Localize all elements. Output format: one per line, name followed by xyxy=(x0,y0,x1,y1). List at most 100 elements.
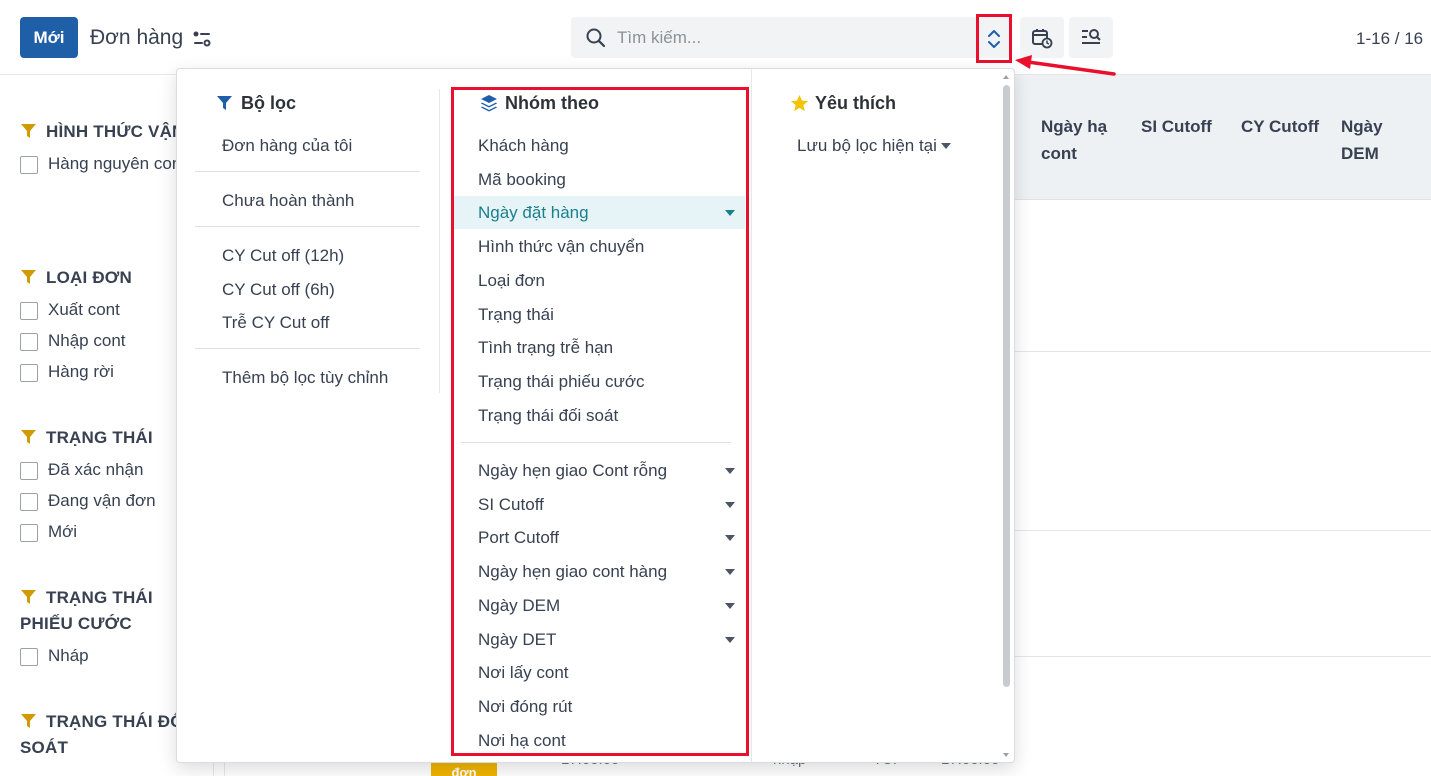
caret-down-icon xyxy=(725,535,735,541)
groupby-item[interactable]: Ngày DEM xyxy=(451,589,745,622)
groupby-item-label: Ngày DEM xyxy=(478,596,561,615)
filters-title: Bộ lọc xyxy=(217,93,296,114)
save-current-filter-label: Lưu bộ lọc hiện tại xyxy=(797,136,937,155)
filter-item[interactable]: Đơn hàng của tôi xyxy=(195,129,420,162)
groupby-item[interactable]: Port Cutoff xyxy=(451,521,745,554)
filter-funnel-icon xyxy=(21,430,36,444)
filters-column: Bộ lọc Đơn hàng của tôi Chưa hoàn thành … xyxy=(195,69,420,762)
sidebar-option-label: Xuất cont xyxy=(48,300,120,319)
search-options-toggle-button[interactable] xyxy=(976,14,1012,63)
new-button[interactable]: Mới xyxy=(20,17,78,58)
groupby-item[interactable]: SI Cutoff xyxy=(451,488,745,521)
checkbox[interactable] xyxy=(20,524,38,542)
checkbox[interactable] xyxy=(20,302,38,320)
search-options-dropdown: Bộ lọc Đơn hàng của tôi Chưa hoàn thành … xyxy=(176,68,1015,763)
groupby-item-order-date[interactable]: Ngày đặt hàng xyxy=(451,196,745,229)
groupby-item[interactable]: Mã booking xyxy=(451,163,745,196)
favorites-title-label: Yêu thích xyxy=(815,93,897,113)
caret-down-icon xyxy=(725,637,735,643)
checkbox[interactable] xyxy=(20,333,38,351)
groupby-item[interactable]: Loại đơn xyxy=(451,264,745,297)
groupby-item-label: Tình trạng trễ hạn xyxy=(478,338,614,357)
column-header[interactable]: Ngày hạ cont xyxy=(1041,113,1136,167)
search-icon xyxy=(585,27,606,48)
filter-item[interactable]: CY Cut off (12h) xyxy=(195,239,420,272)
groupby-item[interactable]: Tình trạng trễ hạn xyxy=(451,331,745,364)
save-current-filter-item[interactable]: Lưu bộ lọc hiện tại xyxy=(775,129,985,162)
scroll-down-arrow-icon[interactable] xyxy=(1003,753,1009,757)
calendar-view-button[interactable] xyxy=(1020,17,1064,58)
groupby-item[interactable]: Trạng thái xyxy=(451,298,745,331)
filter-item[interactable]: CY Cut off (6h) xyxy=(195,273,420,306)
column-header[interactable]: Ngày DEM xyxy=(1341,113,1421,167)
groupby-item[interactable]: Ngày hẹn giao Cont rỗng xyxy=(451,454,745,487)
scroll-up-arrow-icon[interactable] xyxy=(1003,75,1009,79)
groupby-item[interactable]: Trạng thái đối soát xyxy=(451,399,745,432)
separator xyxy=(195,171,420,172)
scrollbar-thumb[interactable] xyxy=(1003,85,1010,687)
column-header[interactable]: SI Cutoff xyxy=(1141,113,1221,140)
caret-down-icon xyxy=(725,502,735,508)
checkbox[interactable] xyxy=(20,364,38,382)
groupby-item[interactable]: Nơi đóng rút xyxy=(451,690,745,723)
pager-value[interactable]: 1-16 / 16 xyxy=(1356,29,1423,49)
filter-funnel-icon xyxy=(21,590,36,604)
groupby-item-label: Ngày DET xyxy=(478,630,557,649)
chevron-up-down-icon xyxy=(988,30,1000,48)
sidebar-option-label: Đang vận đơn xyxy=(48,491,156,510)
groupby-item-label: Port Cutoff xyxy=(478,528,559,547)
search-bar xyxy=(571,17,1011,58)
add-custom-filter-item[interactable]: Thêm bộ lọc tùy chỉnh xyxy=(195,361,420,394)
sidebar-option-label: Nháp xyxy=(48,646,89,665)
actions-gear-icon[interactable] xyxy=(192,29,212,49)
sidebar-section-title: TRẠNG THÁI xyxy=(46,428,153,447)
groupby-item[interactable]: Nơi hạ cont xyxy=(451,724,745,757)
caret-down-icon xyxy=(725,468,735,474)
groupby-item[interactable]: Ngày DET xyxy=(451,623,745,656)
caret-down-icon xyxy=(725,603,735,609)
search-input[interactable] xyxy=(617,17,967,58)
breadcrumb: Đơn hàng xyxy=(90,26,184,49)
sidebar-section-title: TRẠNG THÁI ĐỐI SOÁT xyxy=(20,712,189,757)
filter-funnel-icon xyxy=(21,714,36,728)
groupby-item-label: Ngày hẹn giao cont hàng xyxy=(478,562,668,581)
groupby-item[interactable]: Khách hàng xyxy=(451,129,745,162)
filter-item[interactable]: Chưa hoàn thành xyxy=(195,184,420,217)
groupby-item[interactable]: Trạng thái phiếu cước xyxy=(451,365,745,398)
caret-down-icon xyxy=(725,210,735,216)
groupby-item-label: Hình thức vận chuyển xyxy=(478,237,645,256)
checkbox[interactable] xyxy=(20,156,38,174)
column-divider xyxy=(439,89,440,393)
sidebar-option-label: Đã xác nhận xyxy=(48,460,144,479)
favorites-title: Yêu thích xyxy=(790,93,897,114)
groupby-item-label: Trạng thái phiếu cước xyxy=(478,372,645,391)
search-panel-toggle-button[interactable] xyxy=(1069,17,1113,58)
sidebar-option-label: Mới xyxy=(48,522,78,541)
checkbox[interactable] xyxy=(20,648,38,666)
groupby-item[interactable]: Hình thức vận chuyển xyxy=(451,230,745,263)
filter-funnel-icon xyxy=(21,270,36,284)
groupby-item-label: Loại đơn xyxy=(478,271,545,290)
filter-icon xyxy=(217,96,232,110)
groupby-item[interactable]: Nơi lấy cont xyxy=(451,656,745,689)
layers-icon xyxy=(481,95,497,112)
column-header[interactable]: CY Cutoff xyxy=(1241,113,1321,140)
groupby-item-label: Ngày đặt hàng xyxy=(478,203,589,222)
groupby-item-label: Trạng thái xyxy=(478,305,554,324)
checkbox[interactable] xyxy=(20,493,38,511)
groupby-item-label: Mã booking xyxy=(478,170,566,189)
separator xyxy=(461,442,731,443)
status-badge: đơn xyxy=(431,761,497,776)
groupby-item-label: Khách hàng xyxy=(478,136,569,155)
filter-item[interactable]: Trễ CY Cut off xyxy=(195,306,420,339)
annotation-arrow-icon xyxy=(1015,55,1116,76)
groupby-title-label: Nhóm theo xyxy=(505,93,599,113)
caret-down-icon xyxy=(725,569,735,575)
groupby-item-label: Nơi lấy cont xyxy=(478,663,569,682)
filters-title-label: Bộ lọc xyxy=(241,93,297,113)
groupby-item-label: Nơi hạ cont xyxy=(478,731,566,750)
groupby-item-label: Nơi đóng rút xyxy=(478,697,573,716)
checkbox[interactable] xyxy=(20,462,38,480)
sidebar-option-label: Hàng rời xyxy=(48,362,114,381)
groupby-item[interactable]: Ngày hẹn giao cont hàng xyxy=(451,555,745,588)
